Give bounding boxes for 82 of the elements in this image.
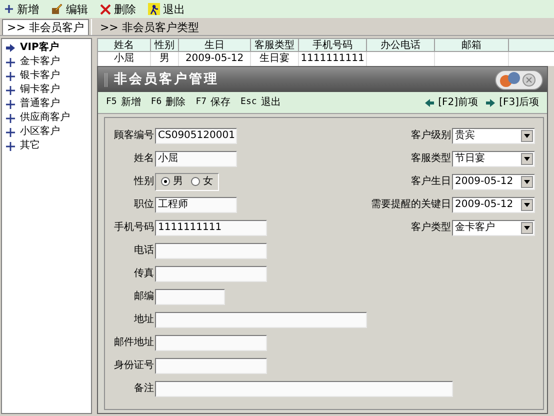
plus-icon [6,58,15,66]
sidebar-item[interactable]: 铜卡客户 [2,83,91,97]
dropdown-button[interactable] [521,222,533,234]
field-label: 需要提醒的关键日 [371,198,452,212]
sidebar-item[interactable]: 其它 [2,139,91,153]
plus-icon [6,72,15,80]
input-field[interactable] [155,358,267,374]
caret-icon [524,180,530,184]
field-label: 客户类型 [411,220,452,235]
plus-icon [6,114,15,122]
plus-icon [6,142,15,150]
field-label: 地址 [133,312,155,327]
dropdown[interactable]: 贵宾 [452,128,535,144]
plus-icon [6,128,15,136]
plus-icon [6,100,15,108]
field-label: 姓名 [133,152,155,166]
command-button[interactable]: F6 删除 [150,98,186,108]
input-field[interactable] [155,288,225,304]
dialog-title: 非会员客户管理 [114,70,219,89]
field-label: 职位 [133,198,155,212]
input-field[interactable]: CS0905120001 [155,128,237,144]
sidebar-item[interactable]: 普通客户 [2,97,91,111]
radio-option[interactable]: 男 [161,174,183,189]
caret-icon [524,226,530,230]
toolbar-button[interactable]: 删除 [100,4,136,14]
dropdown[interactable]: 2009-05-12 [452,196,535,212]
tab[interactable]: >> 非会员客户 [2,19,89,35]
arrow-right-icon [6,44,15,52]
plus-icon [4,4,14,14]
radio-option[interactable]: 女 [191,174,213,189]
input-field[interactable] [155,242,267,258]
caret-icon [524,156,530,160]
toolbar-button[interactable]: 退出 [148,3,185,15]
input-field[interactable]: 工程师 [155,196,237,212]
dropdown[interactable]: 节日宴 [452,150,535,166]
dropdown-button[interactable] [521,176,533,188]
field-label: 电话 [133,244,155,258]
field-label: 客户级别 [411,128,452,143]
close-icon [100,4,111,14]
sidebar-item[interactable]: 小区客户 [2,125,91,139]
input-field[interactable]: 1111111111 [155,220,267,236]
command-button[interactable]: F7 保存 [196,98,231,108]
input-field[interactable] [155,312,367,328]
field-label: 客服类型 [411,152,452,166]
sidebar-item[interactable]: 金卡客户 [2,55,91,69]
dropdown[interactable]: 2009-05-12 [452,174,535,190]
toolbar-button[interactable]: 新增 [4,4,39,14]
radio-button[interactable] [161,177,170,186]
sidebar-item[interactable]: 银卡客户 [2,69,91,83]
input-field[interactable] [155,266,267,282]
field-label: 性别 [132,174,155,189]
nav-button[interactable]: [F2]前项 [425,98,478,108]
field-label: 身份证号 [113,359,155,373]
input-field[interactable] [155,380,453,396]
toolbar-button[interactable]: 编辑 [51,3,88,15]
caret-icon [524,202,530,206]
radio-button[interactable] [191,177,200,186]
field-label: 传真 [133,266,155,281]
field-label: 邮件地址 [113,336,155,350]
dropdown-button[interactable] [521,130,533,142]
field-label: 客户生日 [411,174,452,189]
field-label: 顾客编号 [113,128,155,143]
command-button[interactable]: F5 新增 [106,98,141,108]
exit-icon [148,3,160,15]
sidebar-item[interactable]: VIP客户 [2,41,91,55]
dropdown-button[interactable] [521,152,533,164]
field-label: 邮编 [133,290,155,304]
caret-icon [524,134,530,138]
sidebar-item[interactable]: 供应商客户 [2,111,91,125]
dropdown[interactable]: 金卡客户 [452,220,535,236]
arrow-left-icon [425,98,434,106]
input-field[interactable]: 小屈 [155,150,237,166]
plus-icon [6,86,15,94]
grip-icon [104,72,108,86]
pencil-icon [51,3,63,15]
arrow-right-icon [486,98,496,106]
nav-button[interactable]: [F3]后项 [486,98,539,108]
dropdown-button[interactable] [521,198,533,210]
command-button[interactable]: Esc 退出 [240,98,281,108]
field-label: 手机号码 [113,220,155,235]
input-field[interactable] [155,334,267,350]
field-label: 备注 [133,382,155,396]
